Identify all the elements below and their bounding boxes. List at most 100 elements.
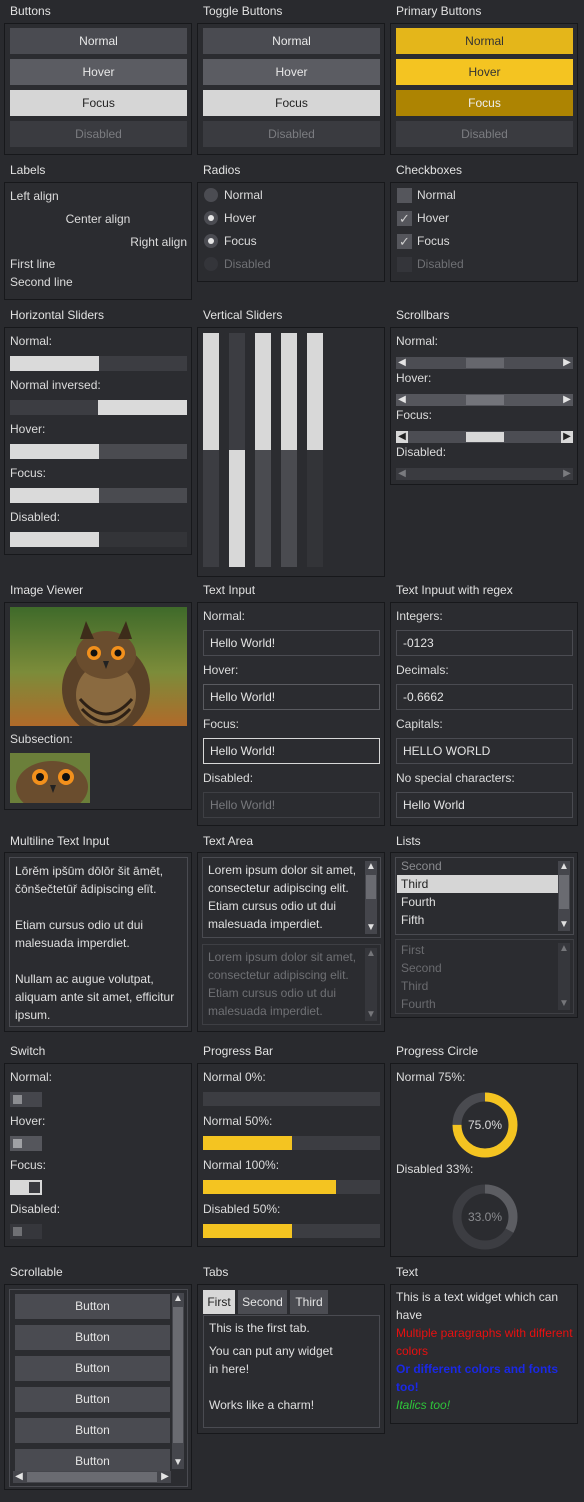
toggle-normal-button[interactable]: Normal <box>203 28 380 54</box>
list-item-selected[interactable]: Third <box>397 875 559 893</box>
tab-third[interactable]: Third <box>290 1290 328 1314</box>
radio-normal-label: Normal <box>224 188 263 202</box>
hslider-inversed[interactable] <box>10 400 187 415</box>
switch-hover-label: Hover: <box>10 1114 46 1128</box>
checkbox-hover[interactable]: ✓ <box>397 211 412 226</box>
scroll-down-arrow-icon[interactable]: ▼ <box>172 1457 184 1469</box>
text-area-scrollbar[interactable]: ▲ ▼ <box>365 861 377 934</box>
scrollable-button[interactable]: Button <box>15 1387 170 1412</box>
vslider-inversed[interactable] <box>229 333 245 567</box>
scrollbar-thumb[interactable] <box>366 875 376 899</box>
text-input-hover[interactable]: Hello World! <box>203 684 380 710</box>
scroll-up-arrow-icon[interactable]: ▲ <box>365 861 377 873</box>
scrollbar-thumb[interactable] <box>173 1307 183 1443</box>
scrollable-button[interactable]: Button <box>15 1294 170 1319</box>
scrollable-hscrollbar[interactable]: ◀ ▶ <box>13 1471 171 1483</box>
scrollbars-panel: Normal: ◀ ▶ Hover: ◀ ▶ Focus: ◀ ▶ Disabl… <box>390 327 578 485</box>
text-area-normal[interactable]: Lorem ipsum dolor sit amet, consectetur … <box>202 857 381 938</box>
hslider-focus[interactable] <box>10 488 187 503</box>
scrollbar-normal-label: Normal: <box>396 334 439 348</box>
hover-button[interactable]: Hover <box>10 59 187 85</box>
vslider-focus[interactable] <box>281 333 297 567</box>
right-align-label: Right align <box>130 235 187 249</box>
scroll-right-arrow-icon[interactable]: ▶ <box>561 431 573 443</box>
hslider-hover-label: Hover: <box>10 422 46 436</box>
tab-first[interactable]: First <box>203 1290 235 1314</box>
ta-dis-line-1: Lorem ipsum dolor sit amet, <box>208 950 357 964</box>
capitals-input[interactable]: HELLO WORLD <box>396 738 573 764</box>
vslider-normal[interactable] <box>203 333 219 567</box>
hslider-normal[interactable] <box>10 356 187 371</box>
scroll-down-arrow-icon[interactable]: ▼ <box>558 919 570 931</box>
text-input-disabled-label: Disabled: <box>203 771 254 785</box>
scroll-left-arrow-icon[interactable]: ◀ <box>13 1471 25 1483</box>
toggle-hover-button[interactable]: Hover <box>203 59 380 85</box>
checkbox-normal[interactable] <box>397 188 412 203</box>
buttons-title: Buttons <box>10 4 51 18</box>
owl-image[interactable] <box>10 607 187 726</box>
list-scrollbar[interactable]: ▲ ▼ <box>558 861 570 931</box>
scrollable-button[interactable]: Button <box>15 1356 170 1381</box>
scroll-right-arrow-icon[interactable]: ▶ <box>159 1471 171 1483</box>
radio-normal[interactable] <box>204 188 218 202</box>
scroll-left-arrow-icon[interactable]: ◀ <box>396 431 408 443</box>
scrollbar-disabled-label: Disabled: <box>396 445 447 459</box>
switch-normal[interactable] <box>10 1092 42 1107</box>
scroll-up-arrow-icon[interactable]: ▲ <box>172 1293 184 1305</box>
scrollbar-thumb[interactable] <box>559 875 569 909</box>
radio-focus[interactable] <box>204 234 218 248</box>
scroll-right-arrow-icon[interactable]: ▶ <box>561 394 573 406</box>
primary-focus-button[interactable]: Focus <box>396 90 573 116</box>
focus-button[interactable]: Focus <box>10 90 187 116</box>
integers-input[interactable]: -0123 <box>396 630 573 656</box>
checkbox-focus[interactable]: ✓ <box>397 234 412 249</box>
radio-hover-label: Hover <box>224 211 257 225</box>
scroll-left-arrow-icon[interactable]: ◀ <box>396 394 408 406</box>
scrollable-vscrollbar[interactable]: ▲ ▼ <box>172 1293 184 1469</box>
normal-button[interactable]: Normal <box>10 28 187 54</box>
decimals-input[interactable]: -0.6662 <box>396 684 573 710</box>
scroll-down-arrow-icon[interactable]: ▼ <box>365 922 377 934</box>
radio-hover[interactable] <box>204 211 218 225</box>
hslider-inversed-label: Normal inversed: <box>10 378 101 392</box>
hslider-hover[interactable] <box>10 444 187 459</box>
scrollable-button[interactable]: Button <box>15 1418 170 1443</box>
image-viewer-panel: Subsection: <box>4 602 192 810</box>
owl-subsection-image[interactable] <box>10 753 90 803</box>
scrollbar-thumb[interactable] <box>466 358 504 368</box>
toggle-focus-button[interactable]: Focus <box>203 90 380 116</box>
progress-circle-normal-value: 75.0% <box>467 1118 503 1132</box>
multiline-text-input[interactable]: Lōrěm ipšūm dōlōr šit āmēt, čōnšečtetūř … <box>9 857 188 1027</box>
scrollbar-focus[interactable]: ◀ ▶ <box>396 431 573 443</box>
switch-disabled <box>10 1224 42 1239</box>
scrollable-button[interactable]: Button <box>15 1325 170 1350</box>
tab-second[interactable]: Second <box>238 1290 287 1314</box>
scrollbar-thumb[interactable] <box>466 432 504 442</box>
list-item[interactable]: Second <box>397 857 559 875</box>
list-item[interactable]: Fourth <box>397 893 559 911</box>
scrollable-area[interactable]: Button Button Button Button Button Butto… <box>9 1289 188 1487</box>
primary-normal-button[interactable]: Normal <box>396 28 573 54</box>
scrollbar-hover[interactable]: ◀ ▶ <box>396 394 573 406</box>
text-input-focus[interactable]: Hello World! <box>203 738 380 764</box>
switch-knob <box>13 1095 22 1104</box>
switch-hover[interactable] <box>10 1136 42 1151</box>
hslider-disabled-label: Disabled: <box>10 510 61 524</box>
progress-fill <box>203 1136 292 1150</box>
primary-hover-button[interactable]: Hover <box>396 59 573 85</box>
scroll-right-arrow-icon[interactable]: ▶ <box>561 357 573 369</box>
ta-line-3: Etiam cursus odio ut dui <box>208 899 337 913</box>
list-item[interactable]: Fifth <box>397 911 559 929</box>
switch-focus[interactable] <box>10 1180 42 1195</box>
nospecial-input[interactable]: Hello World <box>396 792 573 818</box>
text-panel: This is a text widget which can have Mul… <box>390 1284 578 1424</box>
vslider-hover[interactable] <box>255 333 271 567</box>
multiline-p3a: Nullam ac augue volutpat, <box>15 972 154 986</box>
text-input-normal[interactable]: Hello World! <box>203 630 380 656</box>
scrollbar-thumb[interactable] <box>466 395 504 405</box>
list-normal[interactable]: Second Third Fourth Fifth ▲ ▼ <box>395 857 574 935</box>
scrollbar-thumb[interactable] <box>27 1472 157 1482</box>
scroll-up-arrow-icon[interactable]: ▲ <box>558 861 570 873</box>
scrollbar-normal[interactable]: ◀ ▶ <box>396 357 573 369</box>
scroll-left-arrow-icon[interactable]: ◀ <box>396 357 408 369</box>
